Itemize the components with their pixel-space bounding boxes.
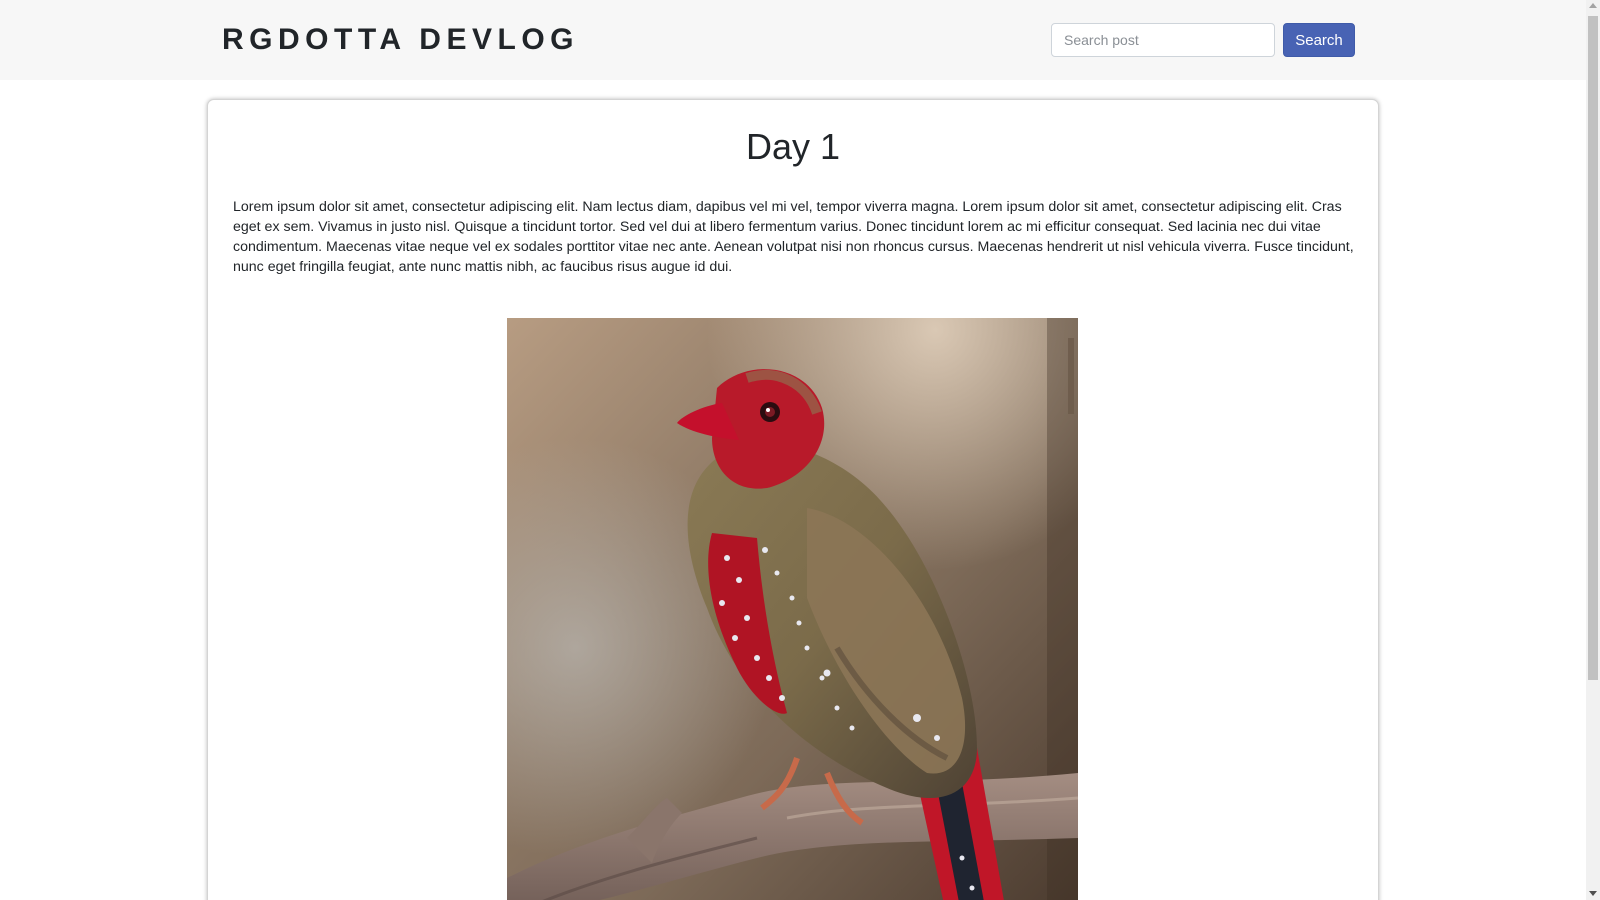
search-input[interactable] — [1051, 23, 1275, 57]
post-title: Day 1 — [745, 126, 841, 167]
vertical-scrollbar[interactable] — [1586, 0, 1600, 900]
site-header: RGDOTTA DEVLOG Search — [0, 0, 1586, 80]
site-brand[interactable]: RGDOTTA DEVLOG — [222, 21, 579, 59]
scroll-down-arrow-icon[interactable] — [1589, 891, 1597, 896]
scroll-thumb[interactable] — [1588, 16, 1598, 680]
page: RGDOTTA DEVLOG Search Day 1 Lorem ipsum … — [0, 0, 1600, 900]
bird-illustration — [507, 318, 1078, 900]
post-image — [507, 318, 1078, 900]
search-button[interactable]: Search — [1283, 23, 1355, 57]
post-body: Lorem ipsum dolor sit amet, consectetur … — [233, 199, 1354, 275]
scroll-up-arrow-icon[interactable] — [1589, 3, 1597, 8]
